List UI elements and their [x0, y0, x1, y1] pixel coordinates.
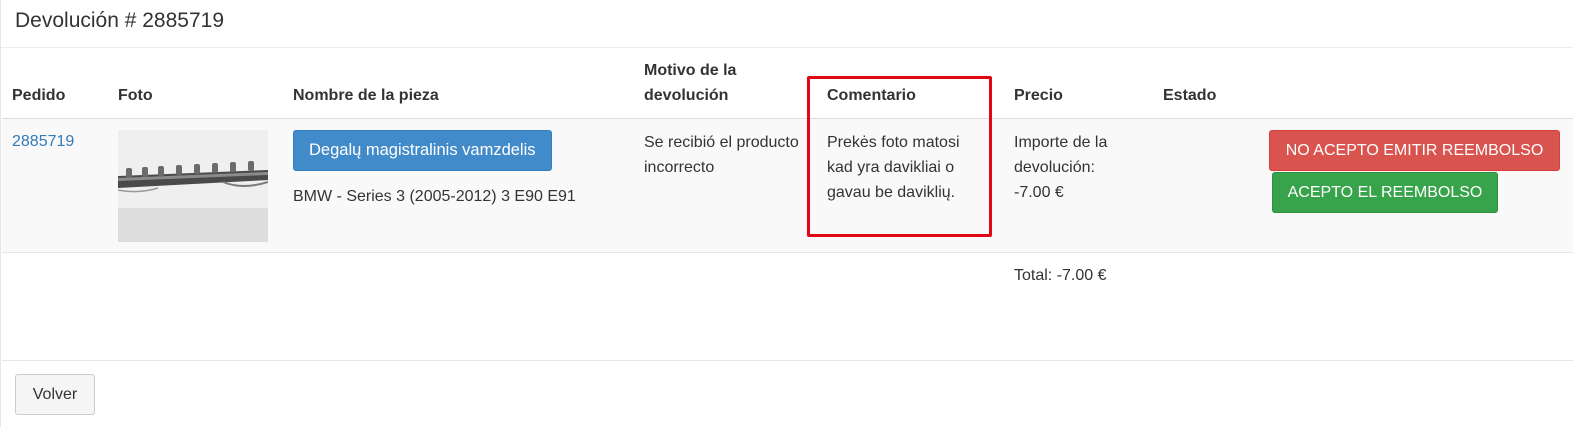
return-reason: Se recibió el producto incorrecto [644, 134, 799, 176]
order-number-link[interactable]: 2885719 [12, 130, 74, 154]
fuel-pipe-photo-icon [118, 130, 268, 242]
total-amount: Total: -7.00 € [1014, 267, 1107, 284]
return-panel: Devolución # 2885719 Pedido Foto Nombre … [0, 0, 1573, 427]
part-photo[interactable] [118, 130, 268, 242]
header-part-name: Nombre de la pieza [293, 87, 439, 104]
accept-refund-button[interactable]: ACEPTO EL REEMBOLSO [1272, 172, 1498, 213]
header-price: Precio [1014, 87, 1063, 104]
header-status: Estado [1163, 87, 1217, 104]
price-label: Importe de la devolución: [1014, 134, 1108, 176]
back-button[interactable]: Volver [15, 374, 95, 415]
header-photo: Foto [118, 87, 153, 104]
header-order: Pedido [12, 87, 66, 104]
header-reason: Motivo de la devolución [644, 62, 737, 104]
reject-refund-button[interactable]: NO ACEPTO EMITIR REEMBOLSO [1269, 130, 1560, 171]
part-name-button[interactable]: Degalų magistralinis vamzdelis [293, 130, 552, 171]
comment-highlight [807, 76, 992, 237]
part-model: BMW - Series 3 (2005-2012) 3 E90 E91 [293, 188, 576, 205]
price-cell: Importe de la devolución: -7.00 € [1014, 130, 1134, 205]
footer-divider [2, 360, 1573, 361]
page-title: Devolución # 2885719 [15, 9, 224, 32]
price-value: -7.00 € [1014, 184, 1064, 201]
panel-header: Devolución # 2885719 [1, 0, 1573, 48]
